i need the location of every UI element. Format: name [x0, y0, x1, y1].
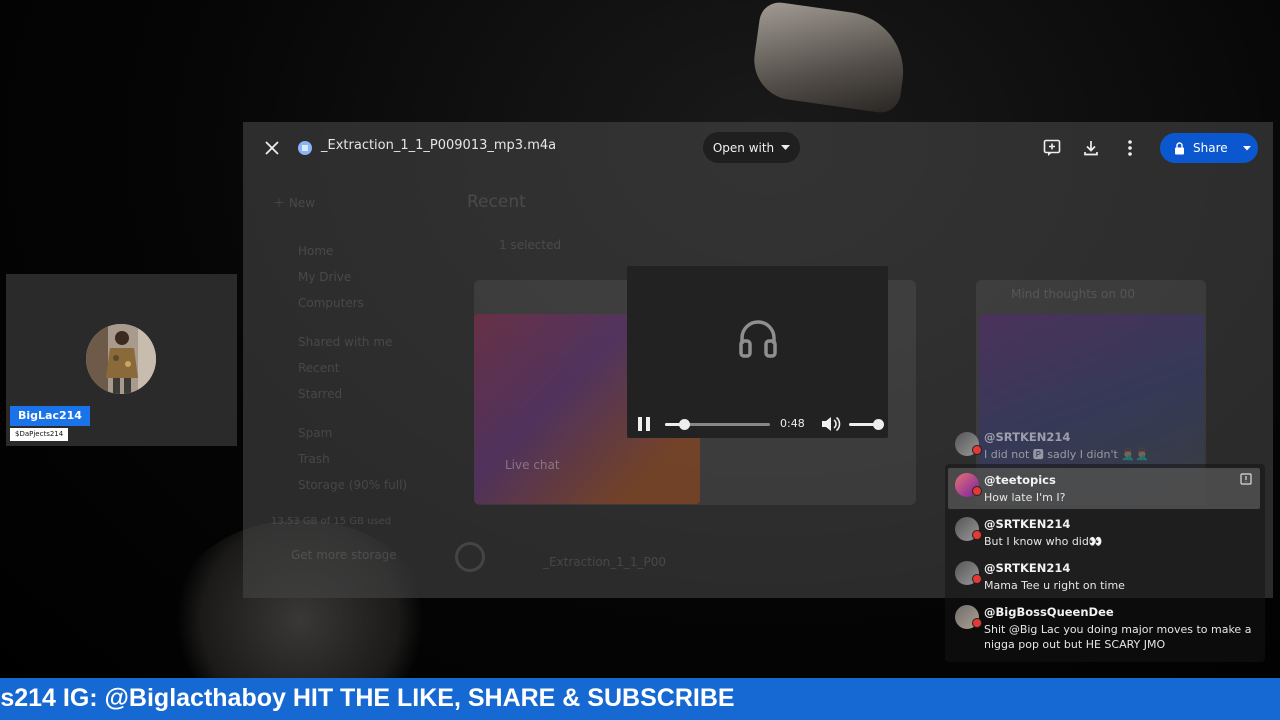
ticker-banner: ts214 IG: @Biglacthaboy HIT THE LIKE, SH… [0, 678, 1280, 720]
chat-message[interactable]: @teetopics How late I'm I? [948, 468, 1260, 509]
chat-text: Shit @Big Lac you doing major moves to m… [984, 623, 1252, 651]
chat-author: @SRTKEN214 [984, 517, 1071, 531]
ghost-card-right-title: Mind thoughts on 00 [1011, 287, 1136, 301]
volume-handle[interactable] [873, 419, 884, 430]
youtube-badge-icon [972, 486, 982, 496]
ghost-storage-text: 13.53 GB of 15 GB used [271, 516, 392, 527]
chat-message: @SRTKEN214 But I know who did👀 [948, 512, 1260, 554]
file-type-icon [289, 132, 321, 164]
chat-author: @BigBossQueenDee [984, 605, 1114, 619]
streamer-avatar [86, 324, 156, 394]
preview-toolbar: _Extraction_1_1_P009013_mp3.m4a Open wit… [243, 122, 1273, 174]
add-comment-button[interactable] [1036, 132, 1068, 164]
youtube-badge-icon [972, 574, 982, 584]
ghost-nav-storage: Storage (90% full) [298, 478, 408, 492]
share-main-action[interactable]: Share [1160, 133, 1236, 163]
chat-message: @SRTKEN214 I did not 🅿 sadly I didn't 🤦🏽… [948, 426, 1260, 466]
chat-text: Mama Tee u right on time [984, 579, 1125, 592]
close-icon [265, 141, 279, 155]
chat-author: @SRTKEN214 [984, 430, 1071, 444]
chat-author: @SRTKEN214 [984, 561, 1071, 575]
ghost-upload-item: _Extraction_1_1_P00 [543, 555, 667, 569]
download-button[interactable] [1075, 132, 1107, 164]
audio-player: 0:48 [627, 266, 888, 438]
file-name: _Extraction_1_1_P009013_mp3.m4a [321, 138, 557, 153]
streamer-name-tag: BigLac214 [10, 406, 90, 426]
add-comment-icon [1043, 139, 1061, 156]
chat-text: I did not 🅿 sadly I didn't 🤦🏽‍♂️🤦🏽‍♂️ [984, 448, 1149, 461]
seek-handle[interactable] [678, 419, 690, 430]
ghost-new-button: ＋ New [273, 196, 316, 210]
ghost-live-chat: Live chat [505, 458, 560, 472]
ghost-nav-mydrive: My Drive [298, 270, 352, 284]
chat-text: How late I'm I? [984, 491, 1066, 504]
live-chat-overlay: @SRTKEN214 I did not 🅿 sadly I didn't 🤦🏽… [945, 424, 1265, 662]
ghost-selection-text: 1 selected [499, 238, 562, 252]
download-icon [1084, 141, 1098, 156]
ghost-storage-button: Get more storage [291, 548, 397, 562]
streamer-subtitle-tag: $DaPjects214 [10, 428, 69, 441]
share-label: Share [1193, 141, 1228, 155]
youtube-badge-icon [972, 618, 982, 628]
youtube-badge-icon [972, 445, 982, 455]
ghost-nav-shared: Shared with me [298, 335, 393, 349]
ghost-nav-spam: Spam [298, 426, 333, 440]
report-flag-icon[interactable] [1240, 473, 1252, 485]
more-vert-icon [1128, 140, 1132, 156]
volume-icon[interactable] [821, 415, 841, 433]
share-button[interactable]: Share [1160, 133, 1258, 163]
ghost-nav-trash: Trash [298, 452, 330, 466]
seek-slider[interactable] [665, 419, 770, 430]
headphones-icon [739, 320, 777, 358]
ghost-nav-starred: Starred [298, 387, 343, 401]
ghost-spinner [455, 542, 485, 572]
ghost-nav-computers: Computers [298, 296, 364, 310]
lock-icon [1175, 141, 1184, 154]
chat-text: But I know who did👀 [984, 535, 1103, 548]
ghost-nav-home: Home [298, 244, 334, 258]
chat-message: @BigBossQueenDee Shit @Big Lac you doing… [948, 600, 1260, 656]
player-controls: 0:48 [627, 412, 888, 436]
close-button[interactable] [256, 132, 288, 164]
youtube-badge-icon [972, 530, 982, 540]
webcam-panel: BigLac214 $DaPjects214 [6, 274, 237, 446]
pause-button[interactable] [637, 416, 651, 432]
ghost-page-title: Recent [467, 192, 526, 212]
ticker-text: ts214 IG: @Biglacthaboy HIT THE LIKE, SH… [0, 684, 735, 712]
open-with-button[interactable]: Open with [703, 132, 800, 163]
open-with-label: Open with [712, 140, 775, 155]
share-dropdown[interactable] [1236, 133, 1258, 163]
elapsed-time: 0:48 [780, 417, 805, 430]
background-helmet [749, 0, 911, 115]
chat-author: @teetopics [984, 473, 1056, 487]
caret-down-icon [1243, 145, 1251, 150]
more-options-button[interactable] [1114, 132, 1146, 164]
ghost-nav-recent: Recent [298, 361, 340, 375]
chat-message: @SRTKEN214 Mama Tee u right on time [948, 556, 1260, 598]
chevron-down-icon [781, 144, 791, 150]
